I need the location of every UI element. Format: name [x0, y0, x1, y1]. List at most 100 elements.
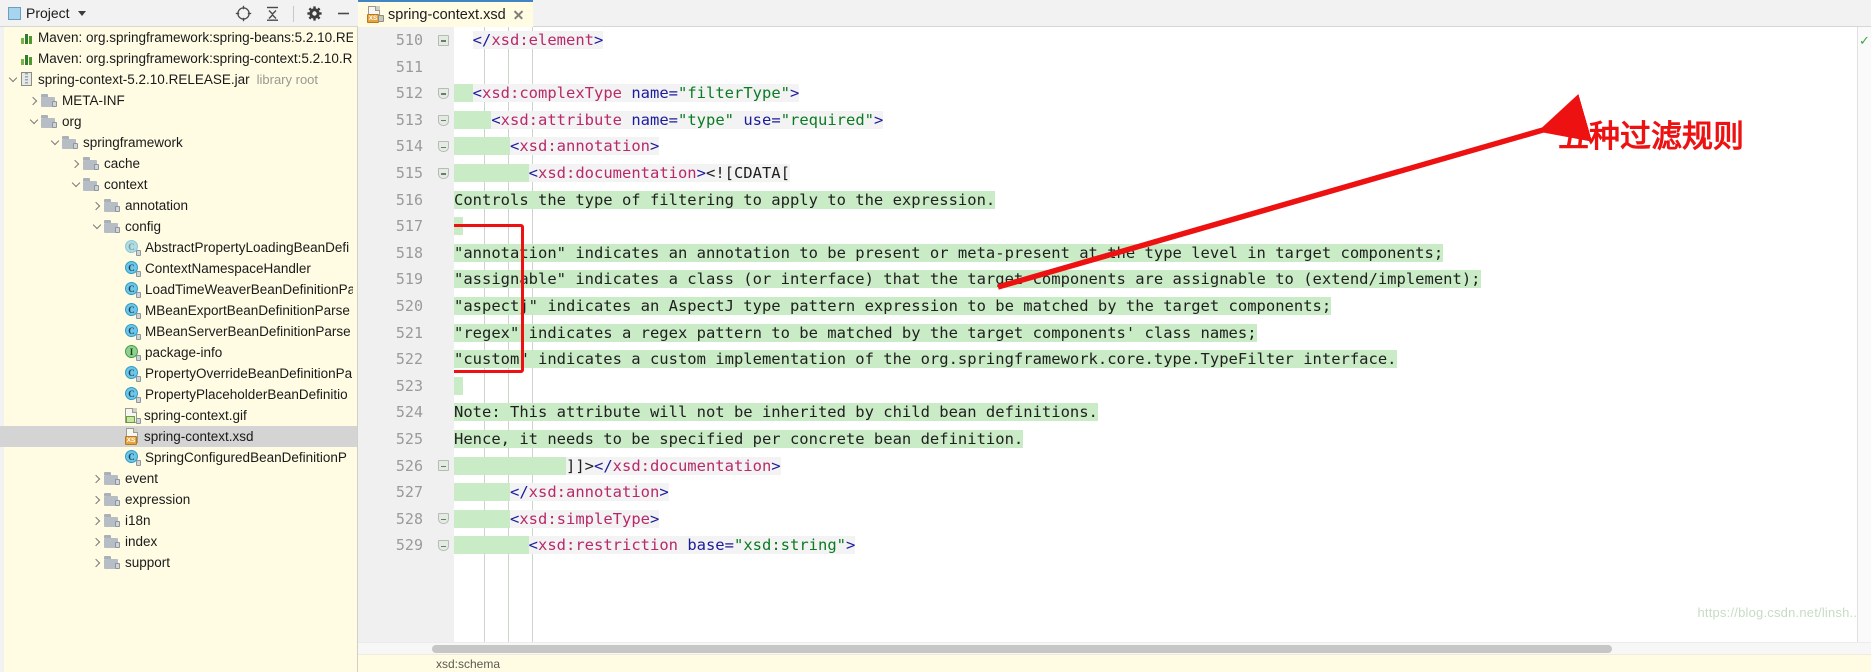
chevron-down-icon[interactable]: [69, 178, 82, 191]
code-line[interactable]: [454, 373, 1871, 400]
code-line[interactable]: </xsd:element>: [454, 27, 1871, 54]
tree-item-maven-org-springframework-spring-context-5-2-10-re[interactable]: Maven: org.springframework:spring-contex…: [0, 48, 357, 69]
horizontal-scrollbar[interactable]: [358, 642, 1871, 654]
tree-item-mbeanexportbeandefinitionparse[interactable]: C MBeanExportBeanDefinitionParse: [0, 300, 357, 321]
tree-item-annotation[interactable]: annotation: [0, 195, 357, 216]
tree-item-spring-context-xsd[interactable]: XS spring-context.xsd: [0, 426, 357, 447]
tree-item-springconfiguredbeandefinitionp[interactable]: C SpringConfiguredBeanDefinitionP: [0, 447, 357, 468]
tree-item-label: Maven: org.springframework:spring-contex…: [38, 51, 353, 66]
folder-icon: [104, 493, 120, 506]
tree-item-config[interactable]: config: [0, 216, 357, 237]
chevron-right-icon[interactable]: [90, 472, 103, 485]
tree-item-mbeanserverbeandefinitionparse[interactable]: C MBeanServerBeanDefinitionParse: [0, 321, 357, 342]
close-icon[interactable]: [512, 8, 525, 21]
fold-toggle-icon[interactable]: [432, 506, 454, 533]
minimize-icon[interactable]: [335, 5, 352, 22]
tree-item-label: spring-context.xsd: [144, 429, 254, 444]
code-line[interactable]: [454, 54, 1871, 81]
fold-placeholder: [432, 426, 454, 453]
tree-item-expression[interactable]: expression: [0, 489, 357, 510]
fold-toggle-icon[interactable]: [432, 80, 454, 107]
code-editor[interactable]: 510 511 512 513 514 515 516 517 518 519 520 521 522 5…: [358, 27, 1871, 672]
collapse-all-icon[interactable]: [264, 5, 281, 22]
code-line[interactable]: <xsd:annotation>: [454, 133, 1871, 160]
code-line[interactable]: "aspectj" indicates an AspectJ type patt…: [454, 293, 1871, 320]
code-line[interactable]: <xsd:attribute name="type" use="required…: [454, 107, 1871, 134]
line-number: 516: [395, 190, 423, 209]
tree-item-spring-context-5-2-10-release-jar[interactable]: spring-context-5.2.10.RELEASE.jar library…: [0, 69, 357, 90]
chevron-down-icon[interactable]: [90, 220, 103, 233]
fold-placeholder: [432, 54, 454, 81]
editor-tab-spring-context-xsd[interactable]: XS spring-context.xsd: [358, 0, 533, 27]
tree-item-springframework[interactable]: springframework: [0, 132, 357, 153]
fold-toggle-icon[interactable]: [432, 27, 454, 54]
code-line[interactable]: "annotation" indicates an annotation to …: [454, 240, 1871, 267]
tree-item-contextnamespacehandler[interactable]: C ContextNamespaceHandler: [0, 258, 357, 279]
code-line[interactable]: "assignable" indicates a class (or inter…: [454, 266, 1871, 293]
tree-item-index[interactable]: index: [0, 531, 357, 552]
code-line[interactable]: "regex" indicates a regex pattern to be …: [454, 320, 1871, 347]
code-line[interactable]: <xsd:complexType name="filterType">: [454, 80, 1871, 107]
class-icon: C: [125, 261, 141, 277]
fold-toggle-icon[interactable]: [432, 107, 454, 134]
tree-item-label: annotation: [125, 198, 189, 213]
breadcrumb[interactable]: xsd:schema: [358, 654, 1871, 672]
code-line[interactable]: [454, 213, 1871, 240]
line-number: 529: [395, 536, 423, 555]
tree-item-event[interactable]: event: [0, 468, 357, 489]
tree-item-org[interactable]: org: [0, 111, 357, 132]
tree-item-support[interactable]: support: [0, 552, 357, 573]
chevron-down-icon[interactable]: [77, 10, 86, 16]
line-number: 510: [395, 31, 423, 49]
code-line[interactable]: Hence, it needs to be specified per conc…: [454, 426, 1871, 453]
code-line[interactable]: <xsd:documentation><![CDATA[: [454, 160, 1871, 187]
tree-item-meta-inf[interactable]: META-INF: [0, 90, 357, 111]
chevron-right-icon[interactable]: [90, 514, 103, 527]
fold-toggle-icon[interactable]: [432, 453, 454, 480]
code-text-column[interactable]: </xsd:element> <xsd:complexType name="fi…: [454, 27, 1871, 642]
line-number: 526: [395, 456, 423, 475]
code-line[interactable]: </xsd:annotation>: [454, 479, 1871, 506]
breadcrumb-item-schema[interactable]: xsd:schema: [436, 657, 500, 671]
horizontal-scrollbar-thumb[interactable]: [432, 645, 1612, 653]
chevron-right-icon[interactable]: [69, 157, 82, 170]
tree-item-package-info[interactable]: Ipackage-info: [0, 342, 357, 363]
tree-item-context[interactable]: context: [0, 174, 357, 195]
project-panel-title-group[interactable]: Project: [8, 5, 86, 21]
tree-item-label: config: [125, 219, 162, 234]
chevron-right-icon[interactable]: [90, 493, 103, 506]
project-tree-panel[interactable]: Maven: org.springframework:spring-beans:…: [0, 27, 358, 672]
chevron-right-icon[interactable]: [90, 535, 103, 548]
fold-toggle-icon[interactable]: [432, 133, 454, 160]
fold-toggle-icon[interactable]: [432, 160, 454, 187]
fold-placeholder: [432, 373, 454, 400]
fold-markers-gutter[interactable]: [432, 27, 454, 642]
chevron-down-icon[interactable]: [6, 73, 19, 86]
tree-item-propertyplaceholderbeandefinitio[interactable]: C PropertyPlaceholderBeanDefinitio: [0, 384, 357, 405]
tree-item-spring-context-gif[interactable]: spring-context.gif: [0, 405, 357, 426]
fold-toggle-icon[interactable]: [432, 532, 454, 559]
code-line[interactable]: <xsd:simpleType>: [454, 506, 1871, 533]
tree-item-propertyoverridebeandefinitionpa[interactable]: C PropertyOverrideBeanDefinitionPa: [0, 363, 357, 384]
code-line[interactable]: Note: This attribute will not be inherit…: [454, 399, 1871, 426]
code-line[interactable]: ]]></xsd:documentation>: [454, 453, 1871, 480]
crosshair-target-icon[interactable]: [235, 5, 252, 22]
tree-item-abstractpropertyloadingbeandefi[interactable]: C AbstractPropertyLoadingBeanDefi: [0, 237, 357, 258]
code-line[interactable]: <xsd:restriction base="xsd:string">: [454, 532, 1871, 559]
chevron-down-icon[interactable]: [27, 115, 40, 128]
chevron-right-icon[interactable]: [90, 556, 103, 569]
folder-icon: [83, 157, 99, 170]
xsd-file-icon: XS: [125, 428, 140, 445]
tree-item-maven-org-springframework-spring-beans-5-2-10-rele[interactable]: Maven: org.springframework:spring-beans:…: [0, 27, 357, 48]
gear-icon[interactable]: [306, 5, 323, 22]
tree-item-i18n[interactable]: i18n: [0, 510, 357, 531]
chevron-down-icon[interactable]: [48, 136, 61, 149]
tree-item-loadtimeweaverbeandefinitionpar[interactable]: C LoadTimeWeaverBeanDefinitionPar: [0, 279, 357, 300]
code-line[interactable]: "custom" indicates a custom implementati…: [454, 346, 1871, 373]
line-number: 514: [395, 137, 423, 156]
chevron-right-icon[interactable]: [27, 94, 40, 107]
chevron-right-icon[interactable]: [90, 199, 103, 212]
inspection-sidebar[interactable]: ✓: [1857, 27, 1871, 642]
tree-item-cache[interactable]: cache: [0, 153, 357, 174]
code-line[interactable]: Controls the type of filtering to apply …: [454, 187, 1871, 214]
